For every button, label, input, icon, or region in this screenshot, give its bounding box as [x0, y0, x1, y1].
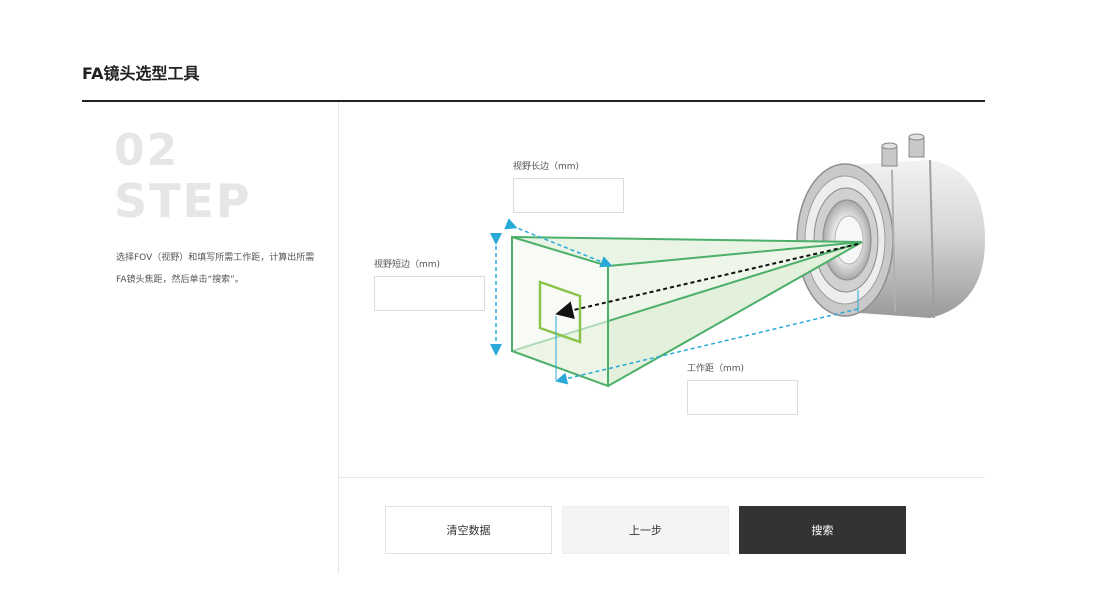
lens-icon: [796, 133, 985, 319]
fov-long-input[interactable]: [513, 178, 624, 213]
search-button[interactable]: 搜索: [739, 506, 906, 554]
previous-step-button[interactable]: 上一步: [562, 506, 729, 554]
fov-short-label: 视野短边（mm): [374, 260, 441, 270]
fov-short-input[interactable]: [374, 276, 485, 311]
fov-diagram: [490, 133, 985, 388]
clear-data-button[interactable]: 清空数据: [385, 506, 552, 554]
working-distance-input[interactable]: [687, 380, 798, 415]
fov-long-label: 视野长边（mm): [513, 162, 580, 172]
working-distance-label: 工作距（mm): [687, 364, 745, 374]
